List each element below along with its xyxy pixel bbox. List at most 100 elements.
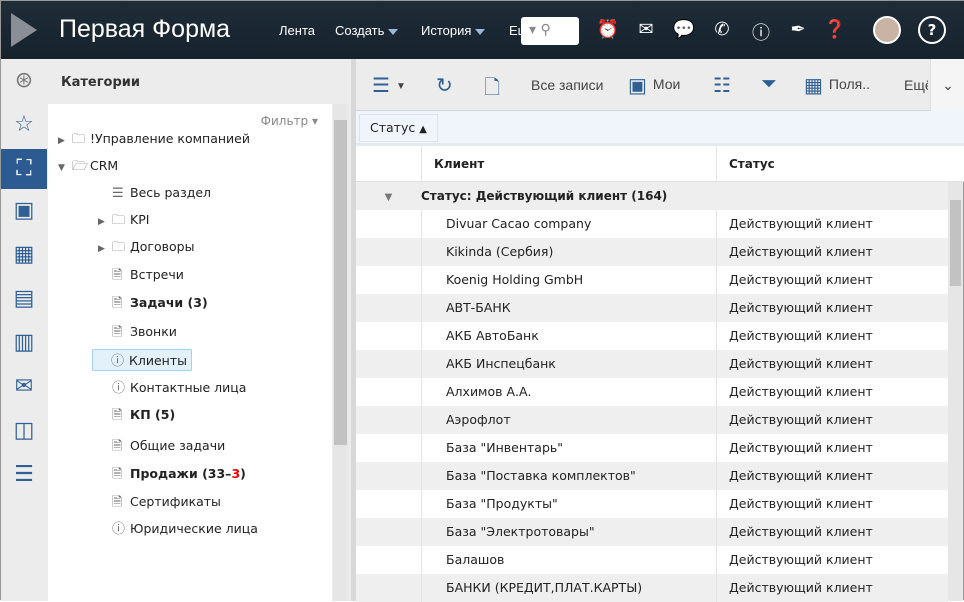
chevron-down-icon[interactable]: ⌄	[930, 59, 964, 111]
expand-arrow-icon[interactable]: ▶	[98, 211, 112, 233]
avatar[interactable]	[873, 16, 901, 44]
mail-icon[interactable]: ✉	[634, 19, 658, 40]
tree-item[interactable]: 🗎 Звонки	[98, 321, 177, 343]
count-red: 3	[231, 466, 241, 481]
expand-arrow-icon[interactable]: ▶	[58, 130, 72, 152]
table-row[interactable]: Divuar Cacao company Действующий клиент	[356, 210, 948, 238]
table-body: Divuar Cacao company Действующий клиент Ki…	[356, 210, 948, 602]
cell-client: База "Поставка комплектов"	[421, 462, 716, 490]
folder-icon: 🗀	[72, 132, 86, 147]
tree-item[interactable]: 🗎 Общие задачи	[98, 435, 225, 457]
menu-button[interactable]: ☰ ▼	[372, 73, 406, 98]
table-row[interactable]: Аэрофлот Действующий клиент	[356, 406, 948, 434]
help-button[interactable]: ?	[918, 16, 946, 44]
cell-status: Действующий клиент	[716, 490, 948, 518]
pin-icon[interactable]: ⊛	[1, 61, 47, 101]
tree-item[interactable]: 🗎 Сертификаты	[98, 491, 221, 513]
categories-panel: Категории Фильтр ▾ ▶ 🗀 !Управление компани…	[47, 59, 351, 601]
tree-item[interactable]: ☰ Весь раздел	[98, 182, 211, 204]
star-icon[interactable]: ☆	[1, 105, 47, 145]
tree-item[interactable]: ▶ 🗀 KPI	[98, 209, 149, 231]
fields-button[interactable]: ▦ Поля..	[804, 73, 870, 98]
alarm-clock-icon[interactable]: ⏰	[596, 19, 620, 40]
expand-arrow-icon[interactable]: ▼	[58, 157, 72, 179]
table-row[interactable]: База "Поставка комплектов" Действующий кл…	[356, 462, 948, 490]
cell-client: Аэрофлот	[421, 406, 716, 434]
cell-client: АВТ-БАНК	[421, 294, 716, 322]
scroll-thumb[interactable]	[334, 120, 347, 445]
tree-item[interactable]: ⓘ Контактные лица	[98, 377, 246, 399]
app-title: Первая Форма	[59, 15, 231, 43]
id-card-icon[interactable]: ▤	[1, 279, 47, 319]
tree-item[interactable]: ⓘ Юридические лица	[98, 518, 258, 540]
tree-item-label: Звонки	[130, 324, 177, 339]
tree-item[interactable]: ⓘ Клиенты	[92, 349, 193, 371]
mail-icon[interactable]: ✉	[1, 367, 47, 407]
question-bubble-icon[interactable]: ❓	[823, 19, 847, 40]
new-document-button[interactable]: 🗋	[484, 73, 506, 107]
tree-scrollbar[interactable]	[333, 104, 348, 601]
table-row[interactable]: Алхимов А.А. Действующий клиент	[356, 378, 948, 406]
pen-icon[interactable]: ✒	[786, 19, 810, 40]
mine-button[interactable]: ▣ Мои	[628, 73, 680, 98]
filter-button[interactable]: Фильтр ▾	[261, 114, 318, 128]
filter-button-toolbar[interactable]: ⏷	[761, 73, 783, 96]
tree-item-label: Продажи (33–	[130, 466, 232, 481]
calendar-icon[interactable]: ▦	[1, 235, 47, 275]
expand-arrow-icon[interactable]: ▶	[98, 238, 112, 260]
tree-item[interactable]: ▶ 🗀 !Управление компанией	[58, 128, 250, 150]
tree-item[interactable]: 🗎 Задачи (3)	[98, 292, 208, 314]
bar-chart-icon[interactable]: ▥	[1, 323, 47, 363]
folder-open-icon: 🗁	[72, 159, 89, 174]
column-status[interactable]: Статус	[716, 146, 964, 182]
tree-item-label: Контактные лица	[130, 380, 247, 395]
collapse-icon[interactable]: ▼	[356, 184, 421, 212]
group-chip-status[interactable]: Статус ▲	[359, 114, 438, 142]
chat-icon[interactable]: 💬	[672, 19, 696, 40]
tree-item-label: Задачи (3)	[130, 295, 208, 310]
filter-label: Фильтр	[260, 114, 309, 128]
tree-item[interactable]: ▶ 🗀 Договоры	[98, 236, 194, 258]
numbered-list-button[interactable]: ☷	[713, 73, 737, 98]
tree-item[interactable]: 🗎 Встречи	[98, 264, 184, 286]
search-icon[interactable]: ⚲	[540, 22, 550, 38]
grouping-bar: Статус ▲	[356, 111, 964, 146]
tree-item[interactable]: 🗎 Продажи (33–3)	[98, 463, 246, 485]
contact-card-icon[interactable]: ▣	[1, 191, 47, 231]
cell-status: Действующий клиент	[716, 518, 948, 546]
table-scrollbar[interactable]	[948, 182, 963, 601]
tree-item-label: Юридические лица	[130, 521, 258, 536]
table-row[interactable]: АВТ-БАНК Действующий клиент	[356, 294, 948, 322]
categories-icon[interactable]: ⛶	[1, 149, 47, 189]
doc-icon: 🗎	[112, 408, 123, 423]
table-row[interactable]: БАНКИ (КРЕДИТ,ПЛАТ.КАРТЫ) Действующий кли…	[356, 574, 948, 602]
scroll-thumb[interactable]	[950, 200, 961, 286]
table-row[interactable]: Балашов Действующий клиент	[356, 546, 948, 574]
search-box[interactable]: ▾ ⚲	[521, 17, 579, 45]
tree-item[interactable]: ▼ 🗁 CRM	[58, 155, 118, 177]
more-button[interactable]: Ещё	[904, 77, 928, 93]
outlook-icon[interactable]: ◫	[1, 411, 47, 451]
table-row[interactable]: База "Электротовары" Действующий клиент	[356, 518, 948, 546]
cell-status: Действующий клиент	[716, 350, 948, 378]
table-row[interactable]: База "Продукты" Действующий клиент	[356, 490, 948, 518]
nav-create[interactable]: Создать	[335, 23, 399, 38]
table-row[interactable]: Kikinda (Сербия) Действующий клиент	[356, 238, 948, 266]
table-row[interactable]: Koenig Holding GmbH Действующий клиент	[356, 266, 948, 294]
dropdown-icon[interactable]: ▾	[529, 22, 536, 38]
table-row[interactable]: АКБ Инспецбанк Действующий клиент	[356, 350, 948, 378]
cell-status: Действующий клиент	[716, 574, 948, 602]
cabinet-icon[interactable]: ☰	[1, 455, 47, 495]
table-row[interactable]: База "Инвентарь" Действующий клиент	[356, 434, 948, 462]
tree-item[interactable]: 🗎 КП (5)	[98, 404, 175, 426]
nav-more[interactable]: Ещё	[509, 23, 521, 38]
nav-feed[interactable]: Лента	[279, 23, 315, 38]
alert-icon[interactable]: ⓘ	[749, 19, 773, 45]
all-records-button[interactable]: Все записи	[531, 77, 603, 93]
column-client[interactable]: Клиент	[421, 146, 716, 182]
group-row[interactable]: ▼ Статус: Действующий клиент (164)	[356, 182, 948, 210]
table-row[interactable]: АКБ АвтоБанк Действующий клиент	[356, 322, 948, 350]
refresh-button[interactable]: ↻	[436, 73, 459, 98]
phone-icon[interactable]: ✆	[710, 19, 734, 40]
nav-history[interactable]: История	[421, 23, 486, 38]
